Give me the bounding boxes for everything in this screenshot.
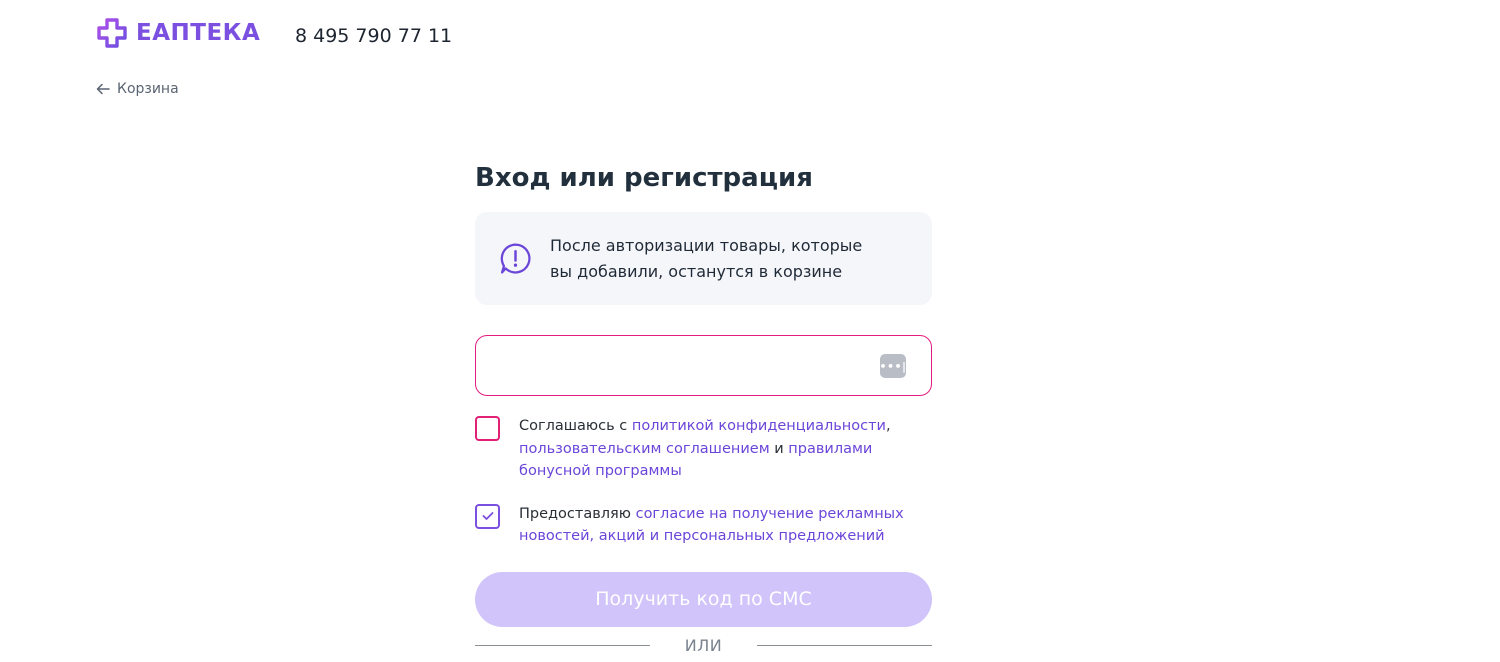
consent-label: Соглашаюсь с политикой конфиденциальност… [519, 415, 891, 483]
info-text-line: После авторизации товары, которые [550, 235, 863, 255]
privacy-policy-link[interactable]: политикой конфиденциальности [632, 418, 886, 434]
back-link-label: Корзина [117, 81, 179, 97]
or-divider: ИЛИ [475, 634, 932, 658]
get-sms-code-button[interactable]: Получить код по СМС [475, 571, 932, 627]
consent-checkbox[interactable] [475, 416, 500, 441]
arrow-left-icon [96, 83, 110, 95]
checkmark-icon [482, 512, 493, 520]
info-notice: После авторизации товары, которые вы доб… [475, 212, 932, 305]
divider-line-right [757, 645, 932, 646]
consent-row: Соглашаюсь с политикой конфиденциальност… [475, 415, 932, 483]
marketing-label: Предоставляю согласие на получение рекла… [519, 503, 904, 548]
logo[interactable]: ЕАПТЕКА [96, 17, 260, 49]
password-autofill-icon[interactable]: •••| [879, 354, 907, 378]
user-agreement-link[interactable]: пользовательским соглашением [519, 441, 770, 457]
marketing-row: Предоставляю согласие на получение рекла… [475, 503, 932, 548]
back-to-cart-link[interactable]: Корзина [96, 81, 179, 97]
marketing-prefix: Предоставляю [519, 505, 636, 522]
marketing-consent-link-cont[interactable]: новостей, акций и персональных предложен… [519, 528, 885, 544]
exclamation-speech-bubble-icon [500, 243, 531, 274]
phone-field: •••| [475, 335, 932, 396]
info-text-line: вы добавили, останутся в корзине [550, 261, 843, 281]
info-text: После авторизации товары, которые вы доб… [550, 233, 862, 285]
page-title: Вход или регистрация [475, 163, 813, 193]
consent-and: и [769, 440, 789, 457]
pharmacy-cross-icon [97, 18, 127, 48]
autofill-glyph: •••| [879, 359, 907, 373]
bonus-rules-link-cont[interactable]: бонусной программы [519, 463, 682, 479]
marketing-consent-link[interactable]: согласие на получение рекламных [636, 506, 904, 522]
consent-comma: , [885, 418, 891, 434]
bonus-rules-link[interactable]: правилами [788, 441, 872, 457]
phone-input[interactable] [476, 336, 931, 395]
header-phone[interactable]: 8 495 790 77 11 [295, 25, 452, 47]
marketing-checkbox[interactable] [475, 503, 500, 529]
login-form: Вход или регистрация После авторизации т… [475, 160, 932, 627]
logo-text: ЕАПТЕКА [136, 20, 261, 46]
consent-prefix: Соглашаюсь с [519, 418, 632, 434]
